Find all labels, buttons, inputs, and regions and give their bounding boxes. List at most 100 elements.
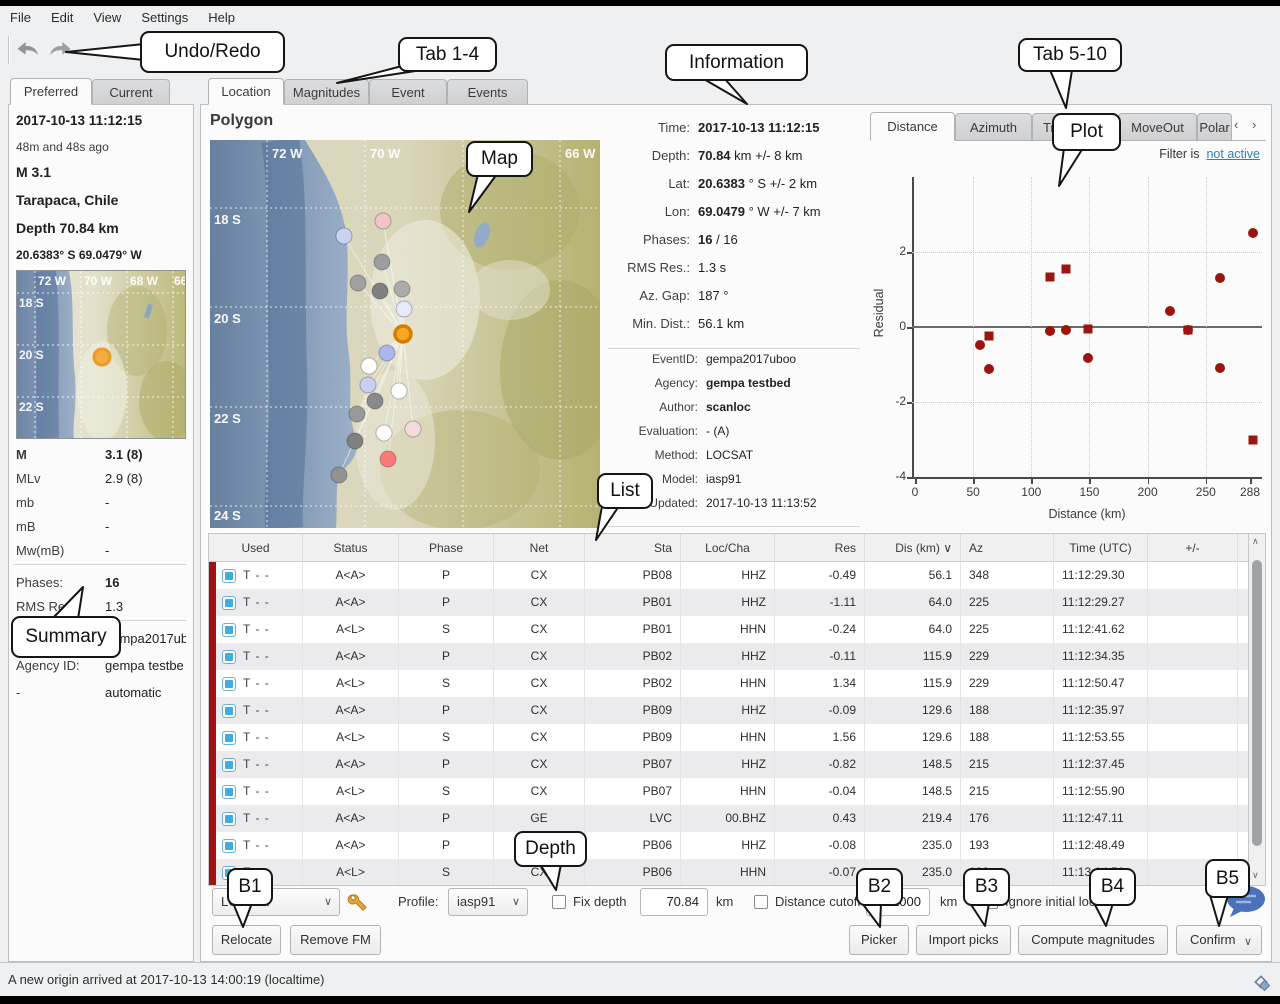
residual-point[interactable] [985,332,994,341]
tab-current[interactable]: Current [92,79,170,105]
tab-magnitudes[interactable]: Magnitudes [284,79,369,105]
import-picks-button[interactable]: Import picks [916,925,1011,955]
residual-point[interactable] [1184,325,1193,334]
station-dot[interactable] [375,213,391,229]
residual-point[interactable] [1045,326,1055,336]
column-header-time-utc-[interactable]: Time (UTC) [1054,534,1148,562]
station-dot[interactable] [380,451,396,467]
menu-settings[interactable]: Settings [131,6,198,29]
table-row[interactable]: T - -A<L>SCXPB07HHN-0.04148.521511:12:55… [209,778,1248,805]
station-dot[interactable] [391,383,407,399]
magnitude-row[interactable]: M3.1 (8) [16,444,186,468]
residual-point[interactable] [1061,264,1070,273]
tab-location[interactable]: Location [208,78,284,105]
column-header-phase[interactable]: Phase [399,534,494,562]
magnitude-row[interactable]: Mw(mB)- [16,540,186,564]
table-row[interactable]: T - -A<A>PCXPB01HHZ-1.1164.022511:12:29.… [209,589,1248,616]
table-row[interactable]: T - -A<A>PGELVC00.BHZ0.43219.417611:12:4… [209,805,1248,832]
residual-point[interactable] [1248,228,1258,238]
fix-depth-checkbox[interactable] [552,895,566,909]
scrollbar-thumb[interactable] [1252,560,1262,846]
used-checkbox[interactable] [222,569,236,583]
residual-point[interactable] [1045,272,1054,281]
station-dot[interactable] [349,406,365,422]
column-header-sta[interactable]: Sta [585,534,681,562]
connection-status-icon[interactable] [1252,975,1272,993]
plot-tab-distance[interactable]: Distance [870,112,955,141]
residual-point[interactable] [1249,435,1258,444]
magnitude-row[interactable]: MLv2.9 (8) [16,468,186,492]
depth-input[interactable]: 70.84 [640,888,708,916]
residual-point[interactable] [1215,273,1225,283]
menu-view[interactable]: View [83,6,131,29]
residual-point[interactable] [984,364,994,374]
column-header-res[interactable]: Res [775,534,865,562]
column-header-dis-km-[interactable]: Dis (km) ∨ [865,534,961,562]
distance-cutoff-checkbox[interactable] [754,895,768,909]
plot-tabs-scroll-left[interactable]: ‹ [1234,117,1238,132]
used-checkbox[interactable] [222,596,236,610]
menu-help[interactable]: Help [198,6,245,29]
residual-point[interactable] [975,340,985,350]
scroll-up-icon[interactable]: ∧ [1252,536,1259,547]
table-row[interactable]: T - -A<L>SCXPB02HHN1.34115.922911:12:50.… [209,670,1248,697]
table-row[interactable]: T - -A<L>SCXPB09HHN1.56129.618811:12:53.… [209,724,1248,751]
station-dot[interactable] [361,358,377,374]
residual-plot[interactable]: 20-2-4050100150200250288ResidualDistance… [870,156,1266,528]
station-dot[interactable] [331,467,347,483]
origin-map[interactable]: 72 W70 W68 W66 W 18 S20 S22 S24 S [210,140,600,528]
plot-tab-moveout[interactable]: MoveOut [1118,113,1197,141]
magnitude-row[interactable]: mB- [16,516,186,540]
station-dot[interactable] [367,393,383,409]
station-dot[interactable] [374,254,390,270]
station-dot[interactable] [350,275,366,291]
residual-point[interactable] [1061,325,1071,335]
residual-point[interactable] [1165,306,1175,316]
table-row[interactable]: T - -A<A>PCXPB06HHZ-0.08235.019311:12:48… [209,832,1248,859]
table-row[interactable]: T - -A<A>PCXPB02HHZ-0.11115.922911:12:34… [209,643,1248,670]
used-checkbox[interactable] [222,812,236,826]
scroll-down-icon[interactable]: ∨ [1252,870,1259,881]
station-dot[interactable] [372,283,388,299]
station-dot[interactable] [336,228,352,244]
relocate-button[interactable]: Relocate [212,925,281,955]
summary-minimap[interactable]: 72 W70 W68 W66 18 S20 S22 S [16,270,186,439]
confirm-button[interactable]: Confirm ∨ [1176,925,1262,955]
station-dot[interactable] [379,345,395,361]
plot-tab-polar[interactable]: Polar [1197,113,1232,141]
menu-edit[interactable]: Edit [41,6,83,29]
station-dot[interactable] [394,281,410,297]
used-checkbox[interactable] [222,785,236,799]
profile-select[interactable]: iasp91∨ [448,888,528,916]
used-checkbox[interactable] [222,704,236,718]
compute-magnitudes-button[interactable]: Compute magnitudes [1018,925,1168,955]
residual-point[interactable] [1083,353,1093,363]
station-dot[interactable] [405,421,421,437]
column-header-used[interactable]: Used [209,534,303,562]
station-dot[interactable] [360,377,376,393]
residual-point[interactable] [1215,363,1225,373]
undo-button[interactable] [14,37,42,63]
column-header-az[interactable]: Az [961,534,1054,562]
table-row[interactable]: T - -A<L>SCXPB01HHN-0.2464.022511:12:41.… [209,616,1248,643]
table-row[interactable]: T - -A<A>PCXPB08HHZ-0.4956.134811:12:29.… [209,562,1248,589]
station-dot[interactable] [376,425,392,441]
residual-point[interactable] [1083,324,1092,333]
redo-button[interactable] [46,37,74,63]
column-header-loc-cha[interactable]: Loc/Cha [681,534,775,562]
used-checkbox[interactable] [222,650,236,664]
table-row[interactable]: T - -A<A>PCXPB09HHZ-0.09129.618811:12:35… [209,697,1248,724]
used-checkbox[interactable] [222,677,236,691]
plot-tabs-scroll-right[interactable]: › [1252,117,1256,132]
station-dot[interactable] [347,433,363,449]
tab-event[interactable]: Event [369,79,447,105]
plot-tab-azimuth[interactable]: Azimuth [955,113,1032,141]
magnitude-row[interactable]: mb- [16,492,186,516]
used-checkbox[interactable] [222,731,236,745]
column-header-status[interactable]: Status [303,534,399,562]
column-header--[interactable]: +/- [1148,534,1238,562]
used-checkbox[interactable] [222,758,236,772]
remove-fm-button[interactable]: Remove FM [290,925,381,955]
picker-button[interactable]: Picker [849,925,909,955]
table-scrollbar[interactable]: ∧ ∨ [1248,533,1266,886]
